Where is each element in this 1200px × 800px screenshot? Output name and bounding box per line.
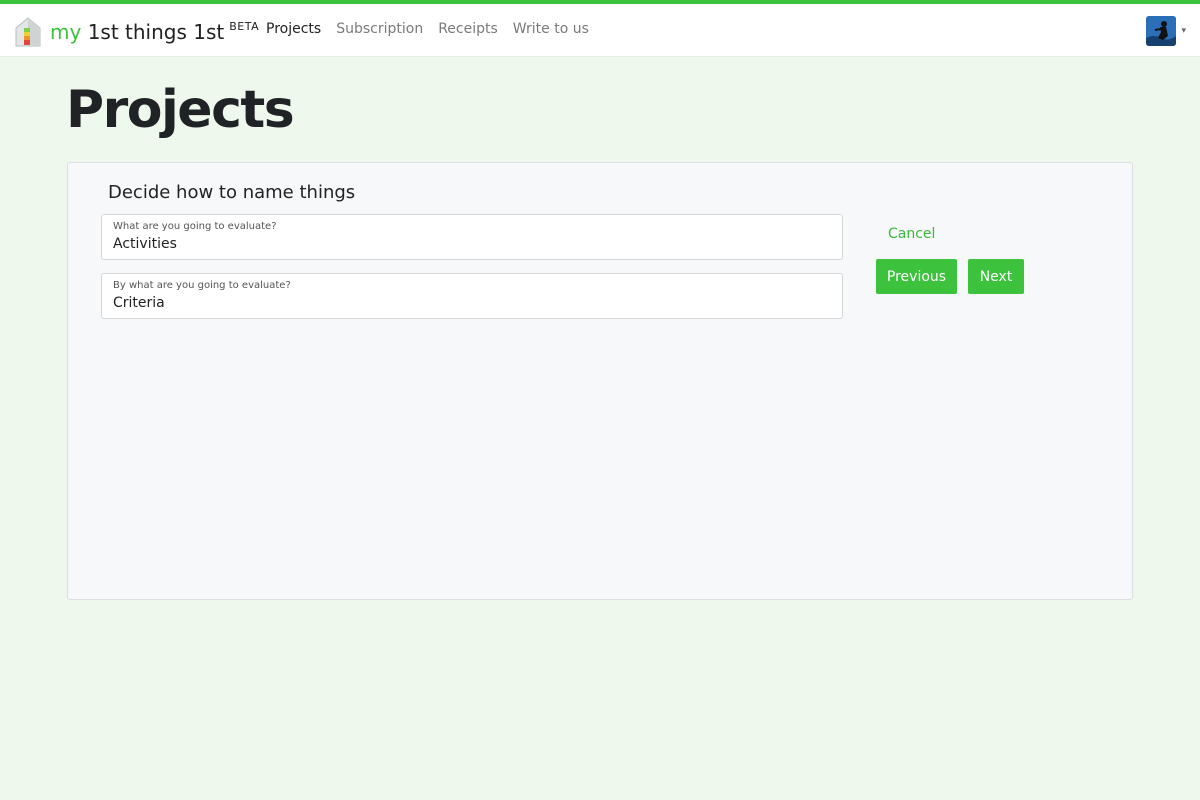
wizard-card: Decide how to name things What are you g… (67, 162, 1133, 600)
evaluate-what-field[interactable]: What are you going to evaluate? (101, 214, 843, 260)
nav-item-projects[interactable]: Projects (266, 21, 321, 37)
brand-text: my 1st things 1st BETA (50, 20, 259, 44)
evaluate-by-input[interactable] (113, 295, 813, 311)
avatar[interactable] (1146, 16, 1177, 46)
page-title: Projects (66, 80, 295, 140)
cancel-link[interactable]: Cancel (888, 226, 935, 242)
beta-badge: BETA (229, 20, 260, 33)
user-menu[interactable]: ▾ (1146, 16, 1186, 46)
next-button[interactable]: Next (968, 259, 1024, 294)
nav-item-subscription[interactable]: Subscription (336, 21, 423, 37)
evaluate-by-label: By what are you going to evaluate? (113, 280, 291, 291)
nav-item-receipts[interactable]: Receipts (438, 21, 498, 37)
app-logo-icon (15, 17, 41, 47)
brand[interactable]: my 1st things 1st BETA (14, 15, 259, 49)
chevron-down-icon[interactable]: ▾ (1181, 26, 1186, 36)
evaluate-by-field[interactable]: By what are you going to evaluate? (101, 273, 843, 319)
navbar: my 1st things 1st BETA Projects Subscript… (0, 4, 1200, 57)
nav-item-write-to-us[interactable]: Write to us (513, 21, 589, 37)
evaluate-what-label: What are you going to evaluate? (113, 221, 277, 232)
brand-name: 1st things 1st (87, 20, 225, 44)
nav-links: Projects Subscription Receipts Write to … (266, 21, 604, 37)
previous-button[interactable]: Previous (876, 259, 957, 294)
evaluate-what-input[interactable] (113, 236, 813, 252)
brand-prefix: my (50, 20, 82, 44)
wizard-heading: Decide how to name things (108, 182, 356, 203)
avatar-image-icon (1146, 16, 1177, 46)
